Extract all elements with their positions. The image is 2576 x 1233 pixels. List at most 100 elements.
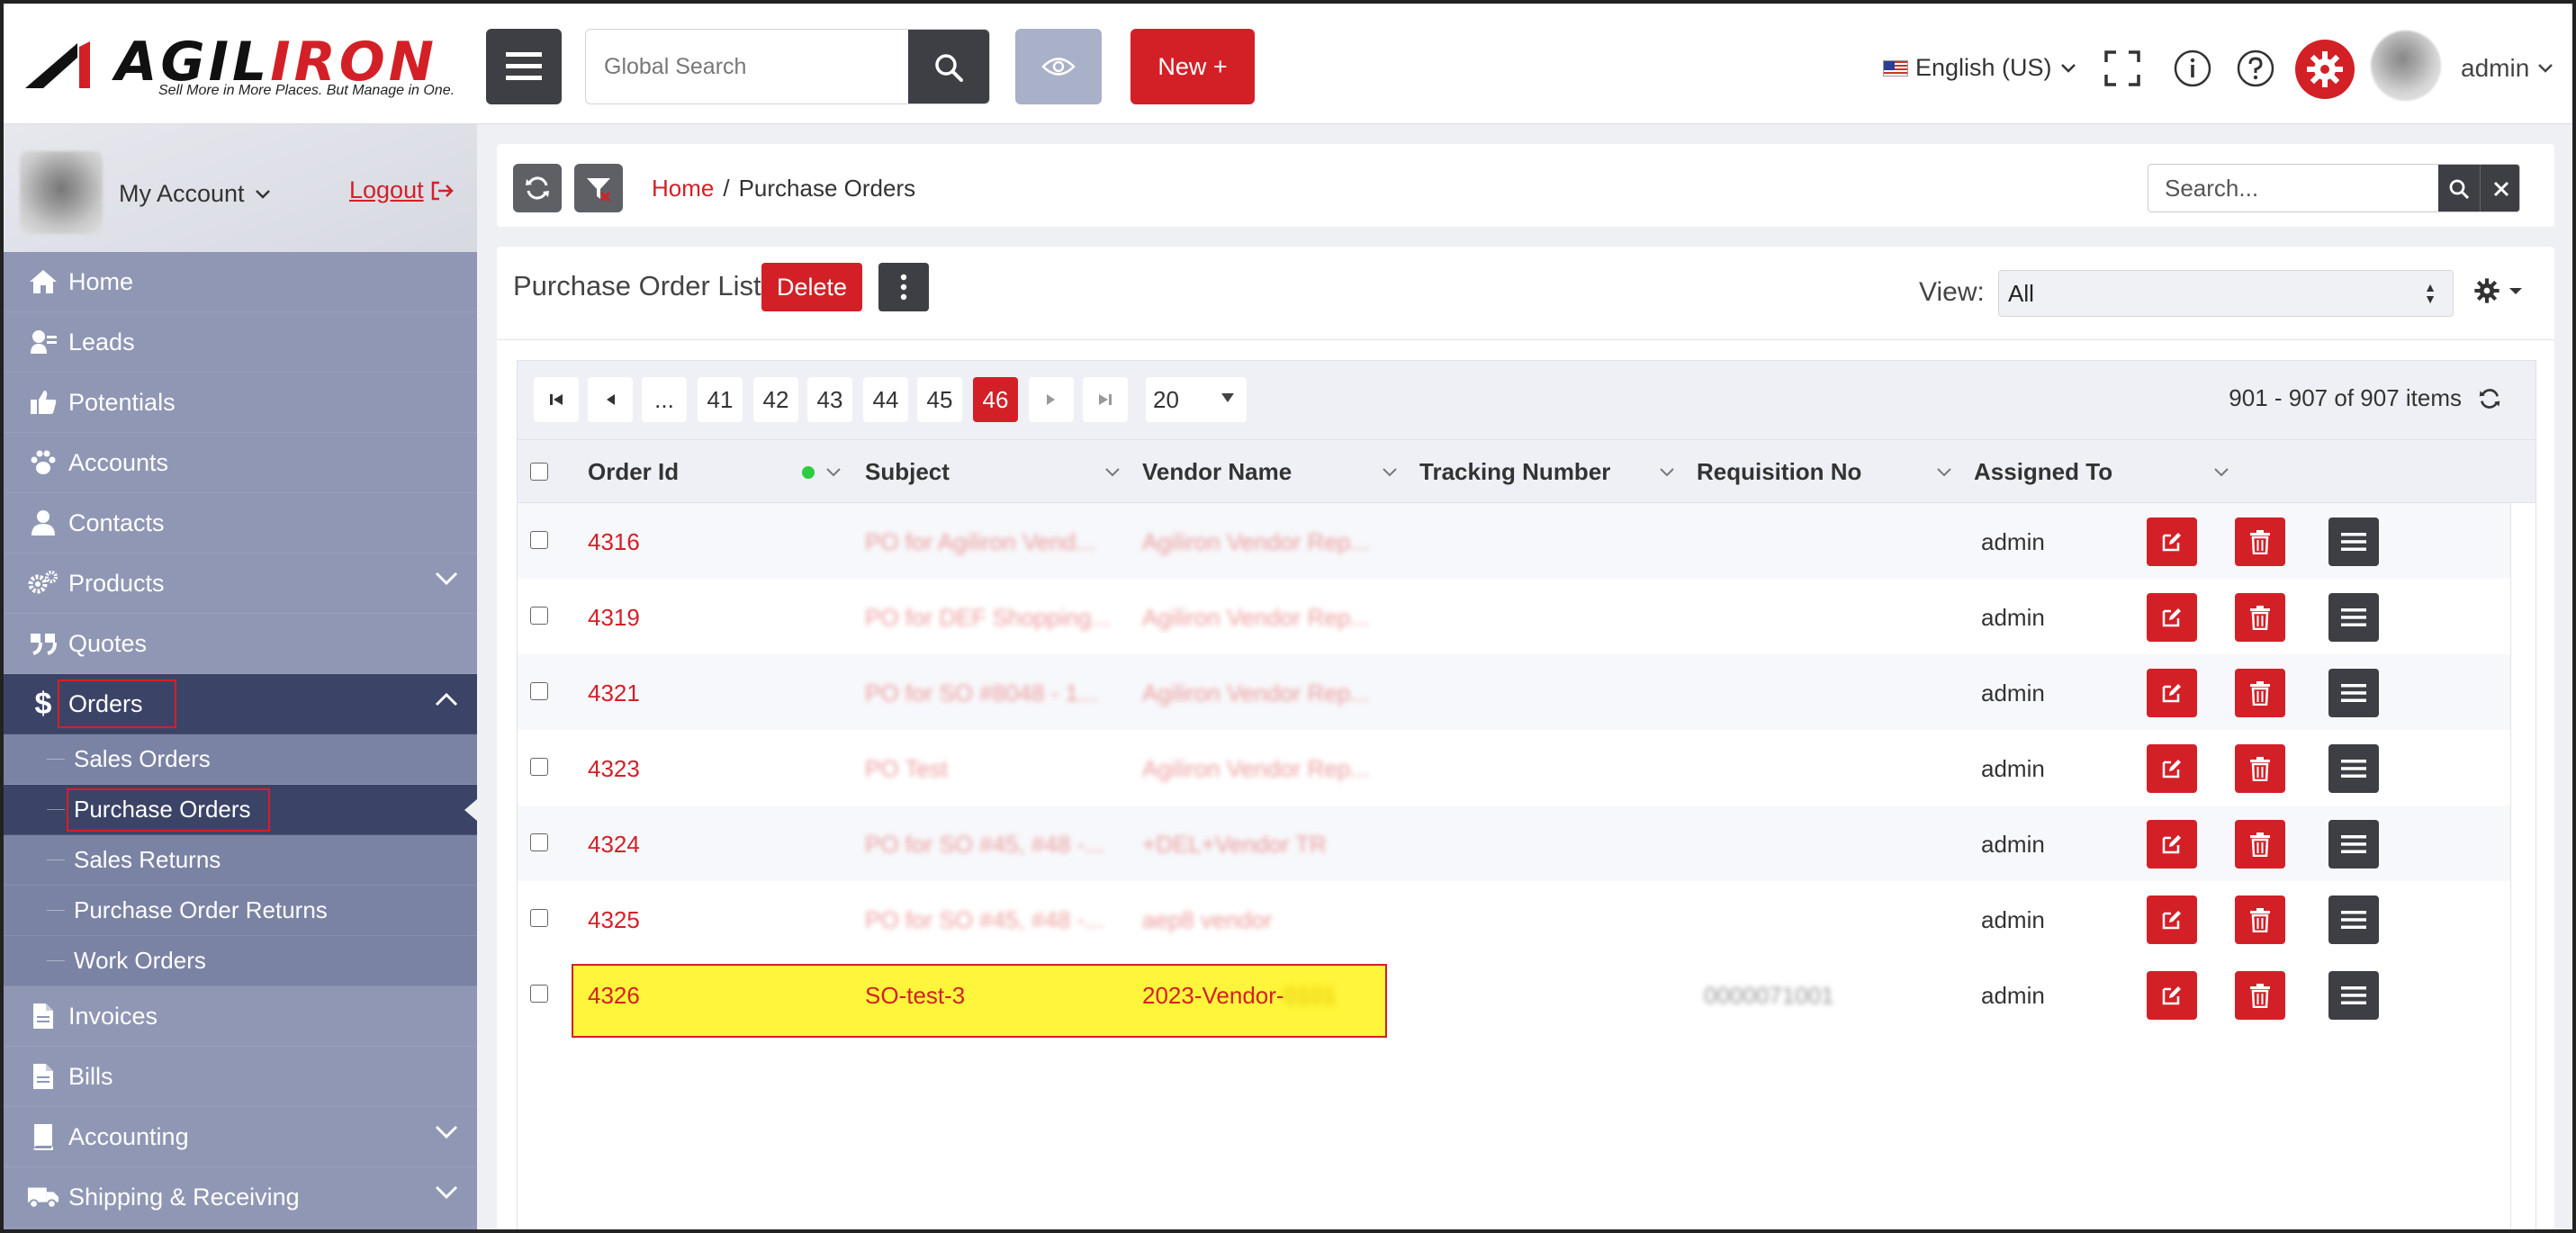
first-page-button[interactable] [534,377,579,422]
column-header-tracking-number[interactable]: Tracking Number [1419,458,1610,486]
sidebar-item-contacts[interactable]: Contacts [4,493,477,554]
vendor-name-link[interactable]: +DEL+Vendor TR [1142,831,1327,859]
more-actions-button[interactable] [878,263,929,311]
order-id-link[interactable]: 4321 [588,680,640,707]
settings-button[interactable] [2295,40,2355,99]
subject-link[interactable]: SO-test-3 [865,982,965,1010]
page-button-43[interactable]: 43 [807,377,852,422]
edit-button[interactable] [2147,593,2197,642]
sidebar-item-home[interactable]: Home [4,252,477,312]
edit-button[interactable] [2147,744,2197,793]
column-header-order-id[interactable]: Order Id [588,458,679,486]
table-row[interactable]: 4316 PO for Agiliron Vend... Agiliron Vend… [518,503,2535,579]
subject-link[interactable]: PO for SO #8048 - 1... [865,680,1098,707]
sidebar-item-quotes[interactable]: Quotes [4,614,477,674]
vendor-name-link[interactable]: Agiliron Vendor Rep... [1142,755,1370,783]
user-avatar[interactable] [2371,31,2441,101]
order-id-link[interactable]: 4323 [588,755,640,783]
row-checkbox[interactable] [530,985,548,1003]
vendor-name-link[interactable]: 2023-Vendor-0101 [1142,982,1336,1010]
delete-row-button[interactable] [2235,518,2285,566]
delete-row-button[interactable] [2235,744,2285,793]
help-button[interactable] [2236,49,2275,88]
select-all-checkbox[interactable] [530,463,548,481]
filter-button[interactable] [574,164,623,212]
sidebar-item-purchase-order-returns[interactable]: Purchase Order Returns [4,886,477,936]
page-button-41[interactable]: 41 [698,377,743,422]
column-header-assigned-to[interactable]: Assigned To [1974,458,2112,486]
menu-toggle-button[interactable] [486,29,562,104]
subject-link[interactable]: PO for SO #45, #48 -... [865,906,1104,934]
delete-row-button[interactable] [2235,896,2285,944]
list-search-input[interactable] [2148,165,2436,212]
row-checkbox[interactable] [530,682,548,700]
sidebar-item-purchase-orders[interactable]: Purchase Orders [4,785,477,835]
fullscreen-button[interactable] [2103,49,2142,88]
subject-link[interactable]: PO Test [865,755,948,783]
edit-button[interactable] [2147,896,2197,944]
language-selector[interactable]: English (US) [1883,54,2077,82]
pager-ellipsis[interactable]: ... [642,377,687,422]
delete-row-button[interactable] [2235,971,2285,1020]
sidebar-item-potentials[interactable]: Potentials [4,373,477,433]
chevron-down-icon[interactable] [1659,467,1675,478]
list-search-clear-button[interactable] [2480,165,2519,212]
sidebar-item-accounts[interactable]: Accounts [4,433,477,493]
breadcrumb-home-link[interactable]: Home [652,175,714,202]
column-header-requisition-no[interactable]: Requisition No [1697,458,1861,486]
column-settings-button[interactable] [2473,277,2522,304]
info-button[interactable] [2173,49,2212,88]
order-id-link[interactable]: 4324 [588,831,640,859]
row-checkbox[interactable] [530,758,548,776]
row-menu-button[interactable] [2328,896,2379,944]
page-size-select[interactable]: 20 [1146,377,1247,422]
row-checkbox[interactable] [530,833,548,851]
last-page-button[interactable] [1083,377,1128,422]
table-row[interactable]: 4325 PO for SO #45, #48 -... aep8 vendor ad… [518,881,2535,957]
preview-button[interactable] [1015,29,1102,104]
edit-button[interactable] [2147,518,2197,566]
edit-button[interactable] [2147,820,2197,868]
subject-link[interactable]: PO for SO #45, #48 -... [865,831,1104,859]
sidebar-item-work-orders[interactable]: Work Orders [4,936,477,986]
sidebar-item-products[interactable]: Products [4,554,477,614]
order-id-link[interactable]: 4316 [588,528,640,556]
global-search-button[interactable] [908,30,989,104]
sidebar-item-sales-returns[interactable]: Sales Returns [4,835,477,886]
sidebar-item-shipping-receiving[interactable]: Shipping & Receiving [4,1167,477,1228]
new-button[interactable]: New + [1130,29,1255,104]
refresh-icon[interactable] [2478,387,2501,410]
delete-row-button[interactable] [2235,593,2285,642]
page-button-46-current[interactable]: 46 [973,377,1018,422]
page-button-44[interactable]: 44 [863,377,908,422]
row-menu-button[interactable] [2328,820,2379,868]
chevron-down-icon[interactable] [1382,467,1398,478]
edit-button[interactable] [2147,669,2197,717]
refresh-button[interactable] [513,164,562,212]
table-row[interactable]: 4319 PO for DEF Shopping... Agiliron Vendo… [518,579,2535,654]
column-header-vendor-name[interactable]: Vendor Name [1142,458,1292,486]
row-checkbox[interactable] [530,531,548,549]
table-row[interactable]: 4326 SO-test-3 2023-Vendor-0101 0000071001 a… [518,957,2535,1032]
logout-link[interactable]: Logout [349,176,455,204]
chevron-down-icon[interactable] [2213,467,2229,478]
order-id-link[interactable]: 4326 [588,982,640,1010]
agiliron-logo[interactable]: AGILIRON Sell More in More Places. But M… [25,31,455,101]
list-search-button[interactable] [2438,165,2480,212]
chevron-down-icon[interactable] [1104,467,1121,478]
sidebar-item-orders[interactable]: $ Orders [4,674,477,734]
subject-link[interactable]: PO for Agiliron Vend... [865,528,1095,556]
row-menu-button[interactable] [2328,593,2379,642]
order-id-link[interactable]: 4325 [588,906,640,934]
sidebar-item-leads[interactable]: Leads [4,312,477,373]
row-menu-button[interactable] [2328,744,2379,793]
table-row[interactable]: 4321 PO for SO #8048 - 1... Agiliron Vendo… [518,654,2535,730]
subject-link[interactable]: PO for DEF Shopping... [865,604,1111,632]
my-account-menu[interactable]: My Account [119,180,272,208]
row-menu-button[interactable] [2328,518,2379,566]
chevron-down-icon[interactable] [1936,467,1952,478]
sidebar-item-accounting[interactable]: Accounting [4,1107,477,1167]
user-menu[interactable]: admin [2461,54,2554,83]
table-row[interactable]: 4323 PO Test Agiliron Vendor Rep... admin [518,730,2535,806]
sidebar-item-invoices[interactable]: Invoices [4,986,477,1047]
